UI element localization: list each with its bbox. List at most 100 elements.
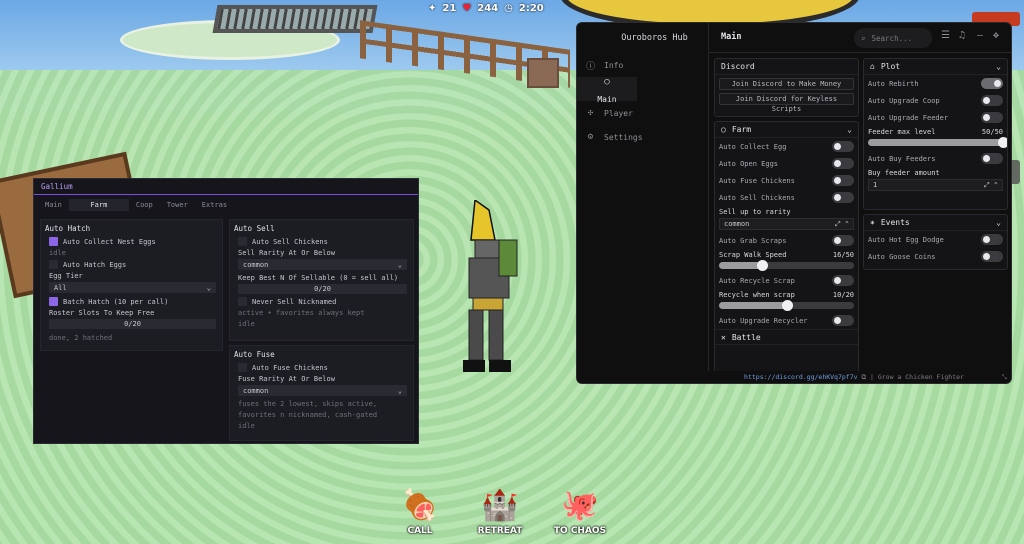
nav-player[interactable]: ✣ Player: [577, 101, 708, 125]
hot-egg-dodge-row[interactable]: Auto Hot Egg Dodge: [864, 231, 1007, 248]
auto-rebirth-toggle[interactable]: [981, 78, 1003, 89]
auto-upgrade-coop-row[interactable]: Auto Upgrade Coop: [864, 92, 1007, 109]
farm-header[interactable]: ○ Farm ⌄: [715, 122, 858, 138]
auto-open-eggs-row[interactable]: Auto Open Eggs: [715, 155, 858, 172]
auto-sell-label: Auto Sell Chickens: [252, 237, 328, 246]
tab-tower[interactable]: Tower: [160, 199, 195, 211]
checkbox[interactable]: [238, 237, 247, 246]
battle-header[interactable]: ✕ Battle: [715, 329, 858, 345]
auto-upgrade-coop-toggle[interactable]: [981, 95, 1003, 106]
nav-main-label: Main: [597, 95, 617, 104]
search-input[interactable]: ⌕ Search...: [854, 28, 932, 48]
join-discord-keyless-button[interactable]: Join Discord for Keyless Scripts: [719, 93, 854, 113]
events-card: ✶ Events ⌄ Auto Hot Egg Dodge Auto Goose …: [863, 214, 1008, 270]
slider-knob[interactable]: [781, 300, 793, 311]
auto-fuse-toggle[interactable]: Auto Fuse Chickens: [238, 363, 413, 372]
auto-upgrade-feeder-toggle[interactable]: [981, 112, 1003, 123]
nav-main[interactable]: ○ Main: [577, 77, 637, 104]
auto-fuse-chickens-row[interactable]: Auto Fuse Chickens: [715, 172, 858, 189]
slider-knob[interactable]: [998, 137, 1007, 148]
auto-recycle-toggle[interactable]: [832, 275, 854, 286]
auto-open-eggs-label: Auto Open Eggs: [719, 159, 779, 168]
auto-rebirth-row[interactable]: Auto Rebirth: [864, 75, 1007, 92]
egg-tier-dropdown[interactable]: All ⌄: [49, 282, 216, 293]
nav-info[interactable]: ⓘ Info: [577, 53, 708, 77]
auto-fuse-chickens-toggle[interactable]: [832, 175, 854, 186]
auto-grab-scraps-toggle[interactable]: [832, 235, 854, 246]
join-discord-money-button[interactable]: Join Discord to Make Money: [719, 78, 854, 90]
auto-upgrade-recycler-toggle[interactable]: [832, 315, 854, 326]
search-placeholder: Search...: [871, 33, 913, 43]
gallium-tabs: Main Farm Coop Tower Extras: [34, 195, 418, 211]
auto-collect-egg-toggle[interactable]: [832, 141, 854, 152]
checkbox-checked[interactable]: [49, 237, 58, 246]
auto-buy-feeders-toggle[interactable]: [981, 153, 1003, 164]
retreat-label: RETREAT: [477, 526, 523, 536]
scrap-speed-slider[interactable]: [719, 260, 854, 271]
fuse-rarity-label: Fuse Rarity At Or Below: [238, 375, 335, 383]
retreat-action[interactable]: 🏰 RETREAT: [470, 486, 530, 537]
checkbox-checked[interactable]: [49, 297, 58, 306]
chaos-action[interactable]: 🐙 TO CHAOS: [550, 486, 610, 537]
nav-settings[interactable]: ⚙ Settings: [577, 125, 708, 149]
player-character: [463, 200, 518, 372]
goose-coins-toggle[interactable]: [981, 251, 1003, 262]
batch-hatch-label: Batch Hatch (10 per call): [63, 297, 169, 306]
auto-recycle-row[interactable]: Auto Recycle Scrap: [715, 272, 858, 289]
minimize-icon[interactable]: —: [977, 30, 983, 41]
sell-rarity-value: common: [724, 220, 750, 228]
auto-sell-toggle[interactable]: Auto Sell Chickens: [238, 237, 413, 246]
roster-slots-slider[interactable]: 0/20: [49, 319, 216, 329]
plot-header[interactable]: ⌂ Plot ⌄: [864, 59, 1007, 75]
goose-coins-row[interactable]: Auto Goose Coins: [864, 248, 1007, 265]
fuse-rarity-dropdown[interactable]: common ⌄: [238, 385, 407, 396]
move-icon[interactable]: ✥: [993, 30, 999, 41]
recycle-when-slider[interactable]: [719, 300, 854, 311]
hub-footer: https://discord.gg/ehKVq7pf7v ⧉ | Grow a…: [577, 371, 1011, 383]
checkbox[interactable]: [238, 297, 247, 306]
auto-upgrade-recycler-row[interactable]: Auto Upgrade Recycler: [715, 312, 858, 329]
slider-knob[interactable]: [757, 260, 769, 271]
batch-hatch-toggle[interactable]: Batch Hatch (10 per call): [49, 297, 222, 306]
feeder-max-slider[interactable]: [868, 137, 1007, 148]
auto-sell-chickens-toggle[interactable]: [832, 192, 854, 203]
crate: [527, 58, 559, 88]
auto-grab-scraps-row[interactable]: Auto Grab Scraps: [715, 232, 858, 249]
checkbox[interactable]: [49, 260, 58, 269]
resize-icon[interactable]: ⤡: [1002, 371, 1007, 383]
copy-icon[interactable]: ⧉: [861, 373, 870, 381]
tab-extras[interactable]: Extras: [195, 199, 234, 211]
keep-best-slider[interactable]: 0/20: [238, 284, 407, 294]
hot-egg-dodge-toggle[interactable]: [981, 234, 1003, 245]
chevron-down-icon: ⌄: [996, 62, 1001, 71]
sell-rarity-dropdown[interactable]: common ⤢ ⌃: [719, 218, 854, 230]
sell-rarity-dropdown[interactable]: common ⌄: [238, 259, 407, 270]
events-header[interactable]: ✶ Events ⌄: [864, 215, 1007, 231]
tab-coop[interactable]: Coop: [129, 199, 160, 211]
auto-hatch-eggs-toggle[interactable]: Auto Hatch Eggs: [49, 260, 222, 269]
never-sell-nicknamed-toggle[interactable]: Never Sell Nicknamed: [238, 297, 413, 306]
call-action[interactable]: 🍖 CALL: [390, 486, 450, 537]
tab-farm[interactable]: Farm: [68, 199, 129, 211]
chevron-down-icon: ⌄: [397, 260, 402, 269]
sliders-icon[interactable]: ☰: [941, 30, 950, 41]
bell-icon[interactable]: ♫: [959, 30, 965, 41]
gear-icon: ⚙: [587, 132, 594, 142]
auto-collect-egg-row[interactable]: Auto Collect Egg: [715, 138, 858, 155]
buy-amount-input[interactable]: 1 ⤢ ⌃: [868, 179, 1003, 191]
sell-rarity-header: Sell up to rarity: [715, 208, 858, 216]
auto-open-eggs-toggle[interactable]: [832, 158, 854, 169]
auto-buy-feeders-row[interactable]: Auto Buy Feeders: [864, 150, 1007, 167]
octopus-icon: 🐙: [561, 487, 599, 523]
scrap-speed-value: 16/50: [832, 251, 854, 259]
feeder-max-label: Feeder max level: [868, 128, 936, 136]
checkbox[interactable]: [238, 363, 247, 372]
collect-nest-eggs-toggle[interactable]: Auto Collect Nest Eggs: [49, 237, 222, 246]
tab-main[interactable]: Main: [38, 199, 69, 211]
auto-upgrade-feeder-row[interactable]: Auto Upgrade Feeder: [864, 109, 1007, 126]
page-title: Main: [721, 32, 742, 42]
auto-hatch-panel: Auto Hatch Auto Collect Nest Eggs idle A…: [40, 219, 223, 351]
auto-sell-chickens-row[interactable]: Auto Sell Chickens: [715, 189, 858, 206]
discord-link[interactable]: https://discord.gg/ehKVq7pf7v: [744, 373, 858, 381]
info-icon: ⓘ: [585, 61, 595, 72]
